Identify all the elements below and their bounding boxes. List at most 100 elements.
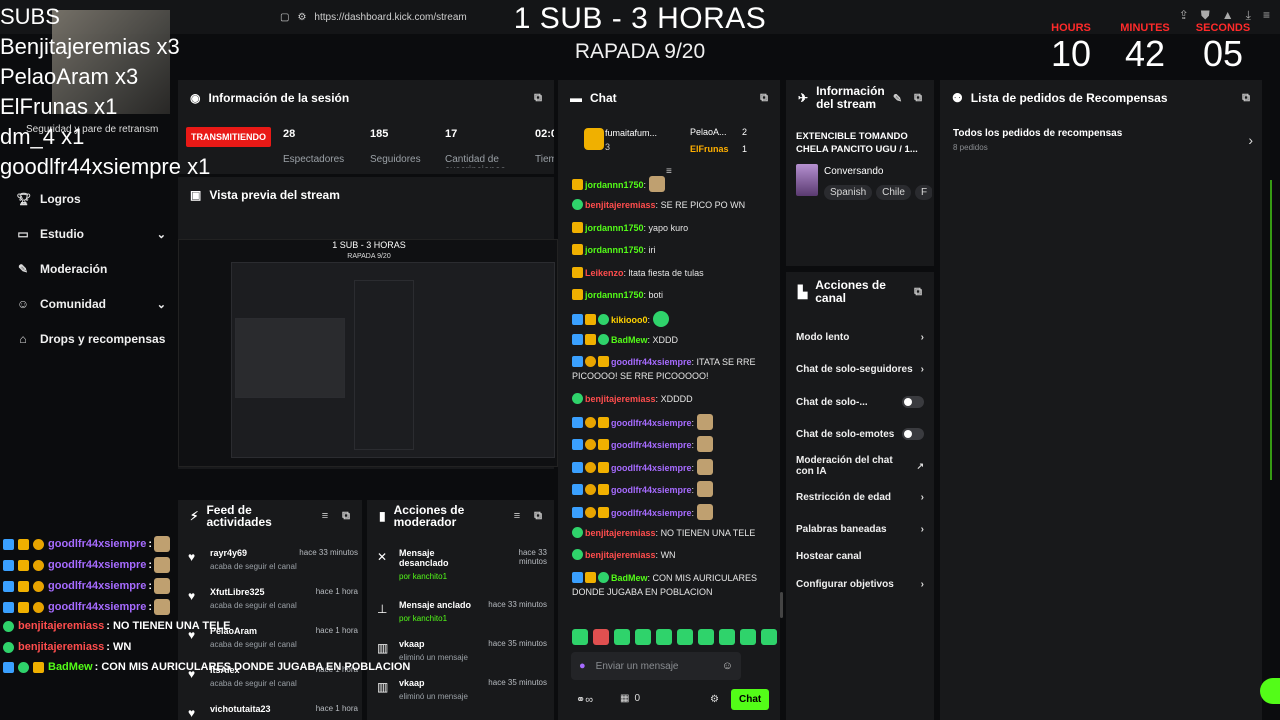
mod-badge-icon <box>572 334 583 345</box>
emote-icon[interactable] <box>761 629 777 645</box>
tag-pill[interactable]: Spanish <box>824 185 873 200</box>
tag-pill[interactable]: Chile <box>876 185 911 200</box>
all-rewards-link[interactable]: Todos los pedidos de recompensas 8 pedid… <box>953 128 1253 158</box>
sidebar-item-moderacion[interactable]: ✎ Moderación <box>16 262 166 276</box>
chat-message: benjitajeremiass: XDDDD <box>572 392 772 406</box>
emoji-icon[interactable]: ☺ <box>722 660 733 672</box>
session-info-title: Información de la sesión <box>208 91 350 105</box>
rewards-panel: ⚉ Lista de pedidos de Recompensas ⧉ Todo… <box>940 80 1262 720</box>
og-badge-icon <box>598 484 609 495</box>
gifter-badge-icon <box>33 601 44 613</box>
chat-username[interactable]: goodlfr44xsiempre <box>611 485 692 495</box>
subathon-timer: HOURS 10 MINUTES 42 SECONDS 05 <box>1036 22 1280 82</box>
chat-send-button[interactable]: Chat <box>731 689 770 710</box>
chat-input[interactable]: ● Enviar un mensaje ☺ <box>571 652 741 680</box>
emote-icon[interactable] <box>677 629 693 645</box>
emote-icon[interactable] <box>740 629 756 645</box>
filter-icon[interactable]: ≡ <box>322 510 328 522</box>
sidebar-item-drops[interactable]: ⌂ Drops y recompensas <box>16 332 166 346</box>
popout-icon[interactable]: ⧉ <box>1242 92 1250 105</box>
action-ai-moderation[interactable]: Moderación del chat con IA ↗ <box>796 455 924 477</box>
action-age-restriction[interactable]: Restricción de edad › <box>796 492 924 503</box>
activity-feed-header: ⚡︎ Feed de actividades ≡ ⧉ <box>178 500 362 532</box>
right-edge-toolbar[interactable] <box>1270 180 1280 480</box>
chat-message: BadMew: XDDD <box>572 333 772 347</box>
action-label: Configurar objetivos <box>796 579 894 590</box>
emote-icon[interactable] <box>635 629 651 645</box>
top-gifter-1-name[interactable]: fumaitafum... <box>605 128 657 138</box>
popout-icon[interactable]: ⧉ <box>760 92 768 105</box>
top-gifter-3-name[interactable]: ElFrunas <box>690 144 729 154</box>
sidebar-item-estudio[interactable]: ▭ Estudio ⌄ <box>16 227 166 241</box>
chevron-right-icon: › <box>920 332 924 343</box>
action-host-channel[interactable]: Hostear canal <box>796 551 924 562</box>
chat-username[interactable]: BadMew <box>611 573 648 583</box>
emote-icon[interactable] <box>614 629 630 645</box>
chat-username[interactable]: benjitajeremiass <box>585 550 656 560</box>
chat-username[interactable]: jordannn1750 <box>585 223 644 233</box>
emote-icon[interactable] <box>698 629 714 645</box>
popout-icon[interactable]: ⧉ <box>342 510 350 523</box>
chat-username[interactable]: jordannn1750 <box>585 245 644 255</box>
chat-username[interactable]: benjitajeremiass <box>585 200 656 210</box>
points-display[interactable]: ▦ 0 <box>620 693 640 704</box>
chat-username[interactable]: goodlfr44xsiempre <box>611 418 692 428</box>
emote-icon[interactable] <box>656 629 672 645</box>
tag-pill[interactable]: F <box>914 185 932 200</box>
og-badge-icon <box>598 439 609 450</box>
emote-icon[interactable] <box>719 629 735 645</box>
popout-icon[interactable]: ⧉ <box>534 510 542 523</box>
emote-bar <box>572 629 777 645</box>
sidebar-item-logros[interactable]: 🏆︎ Logros <box>16 192 166 206</box>
community-icon[interactable]: ⚭∞ <box>576 693 593 706</box>
action-banned-words[interactable]: Palabras baneadas › <box>796 524 924 535</box>
stream-preview-video[interactable]: 1 SUB - 3 HORAS RAPADA 9/20 <box>178 239 558 467</box>
chat-settings-icon[interactable]: ⚙ <box>710 694 719 705</box>
gifter-badge-icon <box>585 356 596 367</box>
rewards-header: ⚉ Lista de pedidos de Recompensas ⧉ <box>940 80 1262 116</box>
sidebar-item-comunidad[interactable]: ☺ Comunidad ⌄ <box>16 297 166 311</box>
community-icon: ☺ <box>16 297 30 311</box>
chat-username[interactable]: Leikenzo <box>585 268 624 278</box>
chat-message: goodlfr44xsiempre: <box>572 459 772 475</box>
category-thumbnail[interactable] <box>796 164 818 196</box>
chat-username[interactable]: goodlfr44xsiempre <box>611 357 692 367</box>
chat-message: benjitajeremiass: NO TIENEN UNA TELE <box>572 526 772 540</box>
subs-only-toggle[interactable] <box>902 396 924 408</box>
emotes-only-toggle[interactable] <box>902 428 924 440</box>
rocket-icon: ✈︎ <box>798 91 809 105</box>
chat-username[interactable]: benjitajeremiass <box>585 528 656 538</box>
og-badge-icon <box>572 289 583 300</box>
popout-icon[interactable]: ⧉ <box>914 92 922 105</box>
emote-icon[interactable] <box>572 629 588 645</box>
action-slow-mode[interactable]: Modo lento › <box>796 332 924 343</box>
overlay-chat-text: : NO TIENEN UNA TELE <box>106 620 231 632</box>
og-badge-icon <box>598 417 609 428</box>
action-followers-only[interactable]: Chat de solo-seguidores › <box>796 364 924 375</box>
mod-action-time: hace 35 minutos <box>488 678 547 687</box>
overlay-chat-message: benjitajeremiass : NO TIENEN UNA TELE <box>3 620 230 632</box>
chat-username[interactable]: jordannn1750 <box>585 290 644 300</box>
edit-icon[interactable]: ✎ <box>893 92 902 105</box>
chat-username[interactable]: BadMew <box>611 335 648 345</box>
gifter-badge-icon <box>33 580 44 592</box>
popout-icon[interactable]: ⧉ <box>914 286 922 299</box>
chat-username[interactable]: kikiooo0 <box>611 315 648 325</box>
chat-username[interactable]: jordannn1750 <box>585 180 644 190</box>
action-label: Moderación del chat con IA <box>796 455 893 477</box>
chat-username[interactable]: goodlfr44xsiempre <box>611 508 692 518</box>
overlay-chat-text: : <box>148 601 153 613</box>
filter-icon[interactable]: ≡ <box>514 510 520 522</box>
top-gifter-2-name[interactable]: PelaoA... <box>690 127 727 137</box>
help-button[interactable] <box>1260 678 1280 704</box>
chat-username[interactable]: goodlfr44xsiempre <box>611 440 692 450</box>
chat-scrollbar[interactable] <box>780 592 783 618</box>
popout-icon[interactable]: ⧉ <box>534 92 542 105</box>
category-name[interactable]: Conversando <box>824 166 883 177</box>
chat-username[interactable]: goodlfr44xsiempre <box>611 463 692 473</box>
microphone-icon[interactable]: ● <box>579 660 586 672</box>
chat-username[interactable]: benjitajeremiass <box>585 394 656 404</box>
action-goals[interactable]: Configurar objetivos › <box>796 579 924 590</box>
mod-badge-icon <box>3 661 14 673</box>
emote-icon[interactable] <box>593 629 609 645</box>
